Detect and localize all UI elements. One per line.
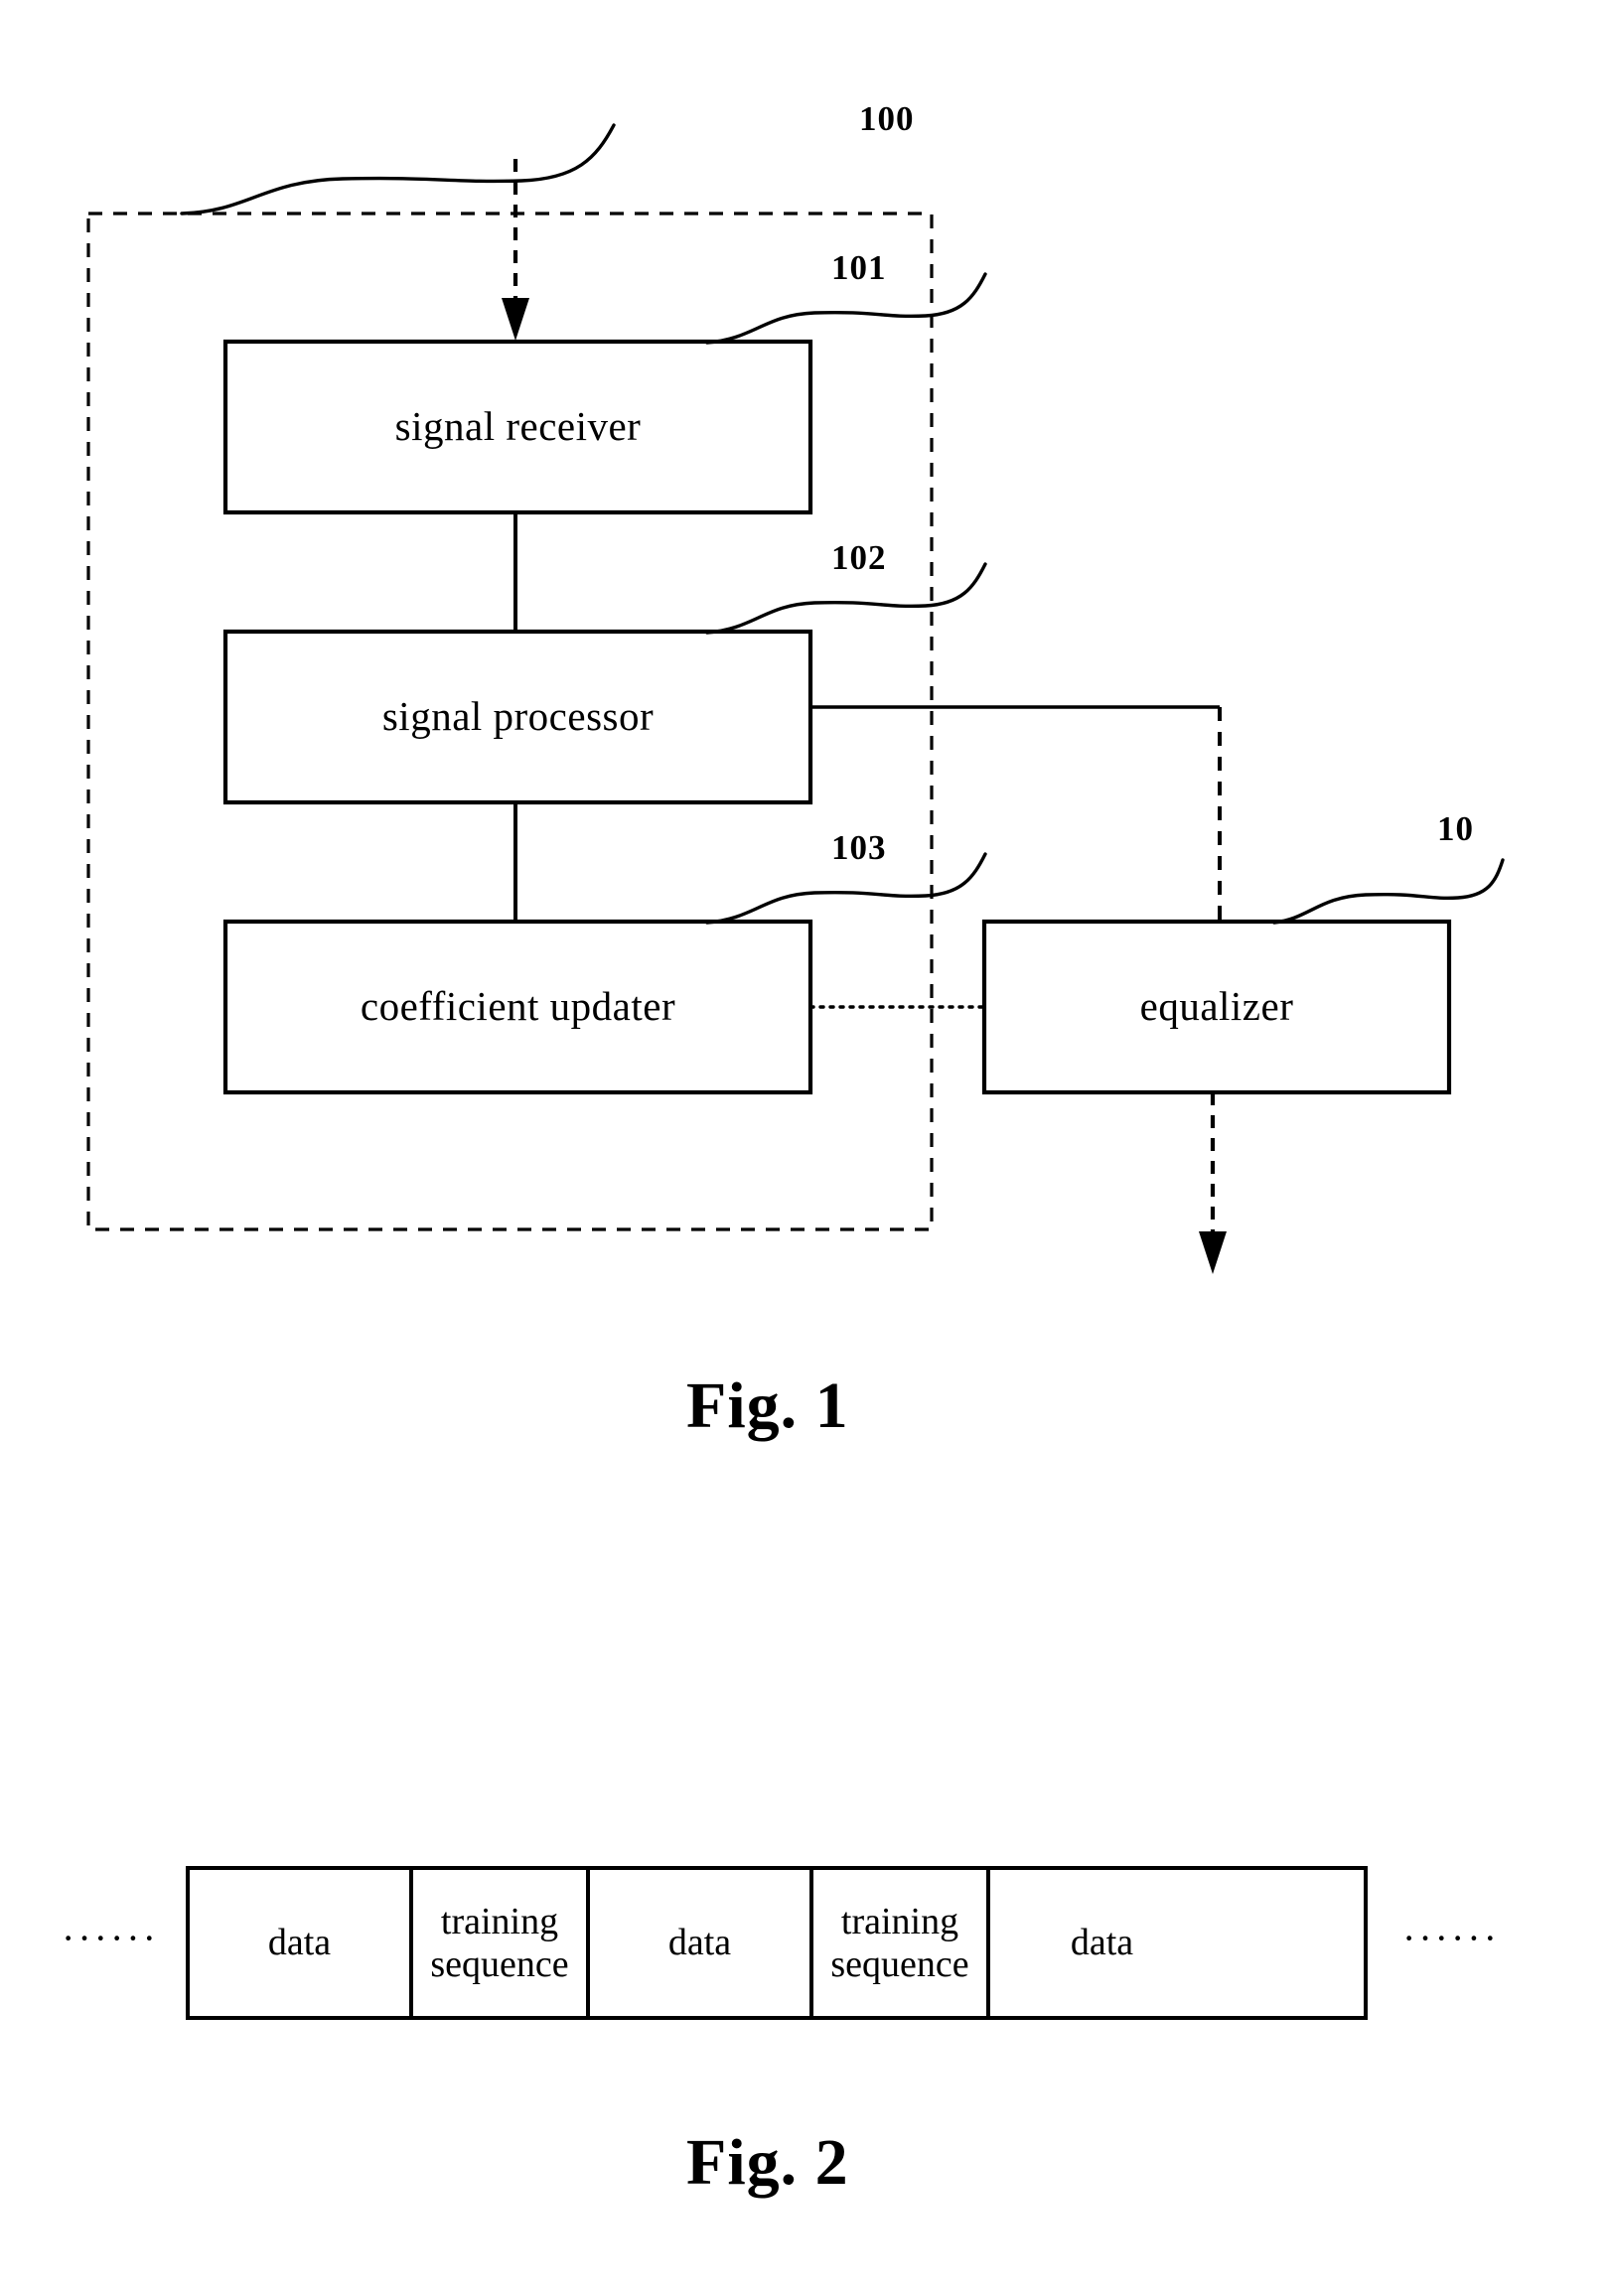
signal-receiver-label: signal receiver bbox=[394, 403, 642, 450]
frame-cell-line-1: training bbox=[840, 1900, 959, 1942]
frame-cell-training: training sequence bbox=[413, 1870, 590, 2016]
frame-structure-table: data training sequence data training sequence… bbox=[186, 1866, 1368, 2020]
figure-1-caption: Fig. 1 bbox=[686, 1369, 849, 1442]
frame-ellipsis-right: ······ bbox=[1402, 1916, 1500, 1960]
frame-cell-line-1: data bbox=[1070, 1922, 1134, 1964]
reference-numeral-102: 102 bbox=[831, 538, 887, 577]
signal-processor-label: signal processor bbox=[381, 693, 655, 740]
equalizer-label: equalizer bbox=[1139, 983, 1294, 1030]
frame-cell-data: data bbox=[590, 1870, 813, 2016]
frame-cell-line-2: sequence bbox=[830, 1942, 969, 1985]
frame-cell-text: data bbox=[668, 1922, 731, 1964]
frame-cell-training: training sequence bbox=[813, 1870, 990, 2016]
frame-cell-line-1: data bbox=[667, 1922, 732, 1964]
reference-numeral-101: 101 bbox=[831, 248, 887, 287]
frame-cell-text: data bbox=[268, 1922, 331, 1964]
reference-numeral-10: 10 bbox=[1437, 809, 1474, 848]
frame-cell-text: training sequence bbox=[830, 1901, 968, 1985]
frame-cell-line-1: data bbox=[267, 1922, 332, 1964]
output-arrowhead-icon bbox=[1199, 1231, 1227, 1274]
frame-cell-line-1: training bbox=[440, 1900, 559, 1942]
frame-cell-data: data bbox=[190, 1870, 413, 2016]
frame-cell-data: data bbox=[990, 1870, 1214, 2016]
frame-cell-text: training sequence bbox=[430, 1901, 568, 1985]
frame-cell-text: data bbox=[1071, 1922, 1133, 1964]
reference-numeral-100: 100 bbox=[859, 99, 915, 138]
frame-cell-line-2: sequence bbox=[430, 1942, 569, 1985]
leader-line-100 bbox=[180, 123, 616, 215]
patent-figure-page: signal receiver signal processor coeffic… bbox=[0, 0, 1610, 2296]
coefficient-updater-label: coefficient updater bbox=[360, 983, 676, 1030]
input-arrowhead-icon bbox=[502, 298, 529, 341]
leader-line-10 bbox=[1272, 858, 1505, 925]
reference-numeral-103: 103 bbox=[831, 828, 887, 867]
frame-ellipsis-left: ······ bbox=[62, 1916, 159, 1960]
figure-2-caption: Fig. 2 bbox=[686, 2126, 849, 2199]
